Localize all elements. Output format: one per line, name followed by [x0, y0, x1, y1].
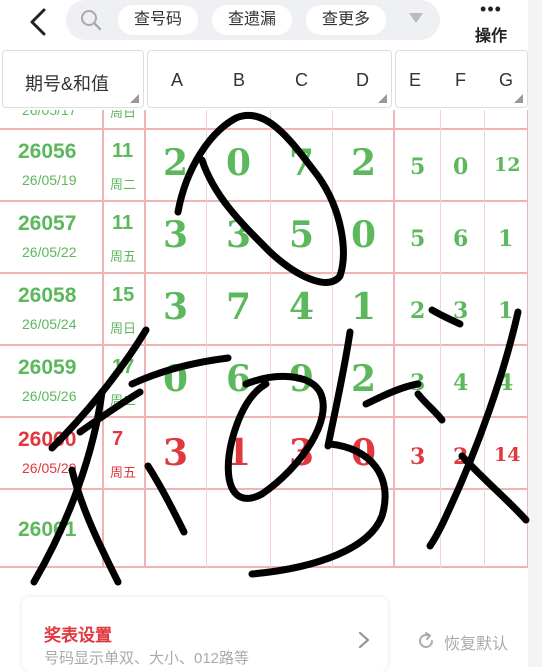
issue-number: 26057	[18, 212, 77, 235]
cell-e: 5	[410, 154, 426, 180]
chip-check-missing[interactable]: 查遗漏	[212, 5, 292, 35]
weekday: 周五	[110, 249, 137, 264]
cell-a: 2	[163, 142, 189, 184]
weekday: 周二	[110, 177, 137, 192]
sum-value: 17	[112, 356, 135, 378]
search-bar[interactable]: 查号码 查遗漏 查更多	[66, 0, 440, 40]
cell-a: 3	[163, 432, 189, 474]
cell-d: 0	[351, 214, 377, 256]
header-issue-sum-label: 期号&和值	[25, 74, 110, 94]
header-group-abcd[interactable]: A B C D	[147, 50, 392, 108]
cell-b: 1	[226, 432, 252, 474]
chevron-right-icon	[358, 631, 370, 654]
cell-d: 0	[351, 432, 377, 474]
header-col-c: C	[295, 70, 308, 90]
header-group-efg[interactable]: E F G	[395, 50, 528, 108]
previous-row-date-partial: 26/05/17	[22, 110, 77, 118]
top-bar: 查号码 查遗漏 查更多 ••• 操作	[0, 0, 542, 46]
header-col-g: G	[499, 70, 514, 90]
settings-title: 奖表设置	[44, 626, 112, 645]
draw-results-table: 26/05/17 周日 26056 26/05/19 11 周二 2 0 7 2…	[0, 110, 530, 568]
chip-check-more[interactable]: 查更多	[306, 5, 386, 35]
weekday: 周日	[110, 321, 137, 336]
issue-number: 26058	[18, 284, 77, 307]
cell-f: 4	[453, 370, 469, 396]
weekday: 周五	[110, 465, 137, 480]
chip-check-number[interactable]: 查号码	[118, 5, 198, 35]
sum-value: 11	[112, 140, 134, 162]
draw-date: 26/05/26	[22, 388, 77, 404]
cell-g: 14	[494, 444, 521, 466]
cell-a: 0	[163, 358, 189, 400]
sort-corner-icon	[378, 94, 387, 103]
issue-number: 26060	[18, 428, 77, 451]
header-col-e: E	[409, 70, 422, 90]
cell-g: 1	[498, 226, 514, 252]
header-col-a: A	[171, 70, 184, 90]
cell-a: 3	[163, 286, 189, 328]
cell-f: 3	[453, 298, 469, 324]
cell-d: 1	[351, 286, 377, 328]
cell-c: 9	[289, 358, 315, 400]
cell-b: 6	[226, 358, 252, 400]
header-col-d: D	[356, 70, 369, 90]
cell-e: 3	[410, 444, 426, 470]
cell-b: 0	[226, 142, 252, 184]
sort-corner-icon	[130, 94, 139, 103]
draw-date: 26/05/22	[22, 244, 77, 260]
weekday: 周二	[110, 393, 137, 408]
header-col-b: B	[233, 70, 246, 90]
draw-date: 26/05/19	[22, 172, 77, 188]
draw-date: 26/05/29	[22, 460, 77, 476]
issue-number: 26061	[18, 518, 77, 541]
cell-f: 6	[453, 226, 469, 252]
cell-e: 2	[410, 298, 426, 324]
previous-row-week-partial: 周日	[110, 110, 137, 120]
sum-value: 11	[112, 212, 134, 234]
draw-date: 26/05/24	[22, 316, 77, 332]
cell-g: 4	[498, 370, 514, 396]
search-icon	[80, 9, 102, 36]
cell-c: 7	[289, 142, 315, 184]
column-header: 期号&和值 A B C D E F G	[0, 50, 530, 110]
restore-default-label: 恢复默认	[444, 636, 509, 653]
operations-label: 操作	[474, 28, 507, 45]
header-issue-sum[interactable]: 期号&和值	[2, 50, 144, 108]
cell-b: 3	[226, 214, 252, 256]
issue-number: 26056	[18, 140, 77, 163]
issue-number: 26059	[18, 356, 77, 379]
settings-subtitle: 号码显示单双、大小、012路等	[44, 650, 250, 667]
cell-g: 12	[494, 154, 521, 176]
cell-d: 2	[351, 358, 377, 400]
cell-c: 4	[289, 286, 315, 328]
scroll-edge	[528, 0, 542, 667]
cell-c: 5	[289, 214, 315, 256]
cell-e: 5	[410, 226, 426, 252]
cell-b: 7	[226, 286, 252, 328]
cell-f: 2	[453, 444, 469, 470]
lottery-table-settings-card[interactable]: 奖表设置 号码显示单双、大小、012路等	[22, 597, 388, 671]
header-col-f: F	[455, 70, 466, 90]
cell-f: 0	[453, 154, 469, 180]
cell-e: 3	[410, 370, 426, 396]
cell-c: 3	[289, 432, 315, 474]
sum-value: 15	[112, 284, 135, 306]
cell-a: 3	[163, 214, 189, 256]
dropdown-caret-icon[interactable]	[409, 13, 423, 23]
refresh-icon	[416, 631, 436, 656]
cell-d: 2	[351, 142, 377, 184]
cell-g: 1	[498, 298, 514, 324]
operations-button[interactable]: ••• 操作	[468, 0, 514, 46]
back-arrow-icon[interactable]	[24, 6, 56, 38]
more-dots-icon: •••	[480, 0, 502, 19]
sort-corner-icon	[514, 94, 523, 103]
sum-value: 7	[112, 428, 124, 450]
